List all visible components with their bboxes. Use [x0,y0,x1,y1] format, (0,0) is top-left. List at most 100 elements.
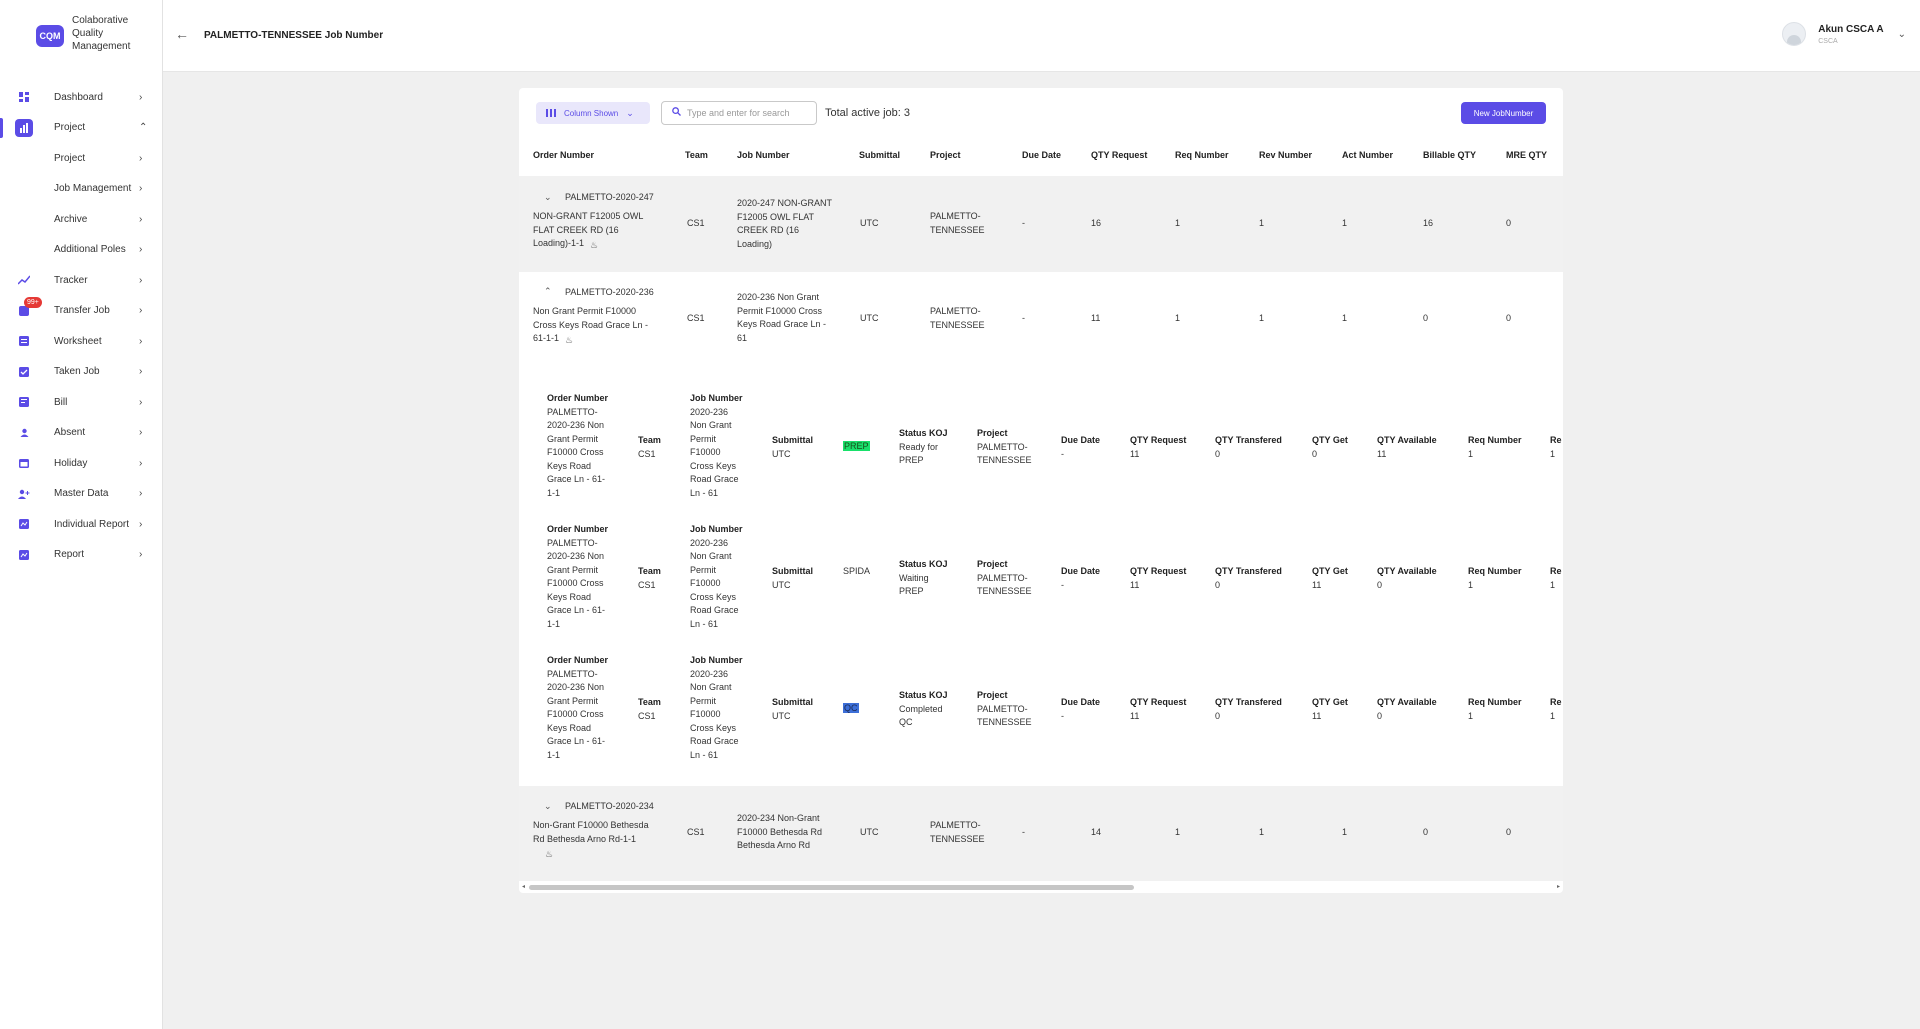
job-number: 2020-234 Non-Grant F10000 Bethesda Rd Be… [737,813,823,850]
scrollbar-thumb[interactable] [529,885,1134,890]
sub-req-number: Req Number 1 [1468,435,1522,459]
order-desc: NON-GRANT F12005 OWL FLAT CREEK RD (16 L… [533,211,644,250]
sub-team: Team CS1 [638,435,661,459]
sidebar: CQM Colaborative Quality Management Dash… [0,0,163,1029]
chevron-down-icon[interactable]: ⌄ [544,192,552,203]
col-job-number[interactable]: Job Number [737,150,790,160]
sidebar-item-transfer-job[interactable]: 99+ Transfer Job › [0,296,163,327]
sub-job: Job Number 2020-236 Non Grant Permit F100… [690,524,743,629]
top-header: ← PALMETTO-TENNESSEE Job Number Akun CSC… [163,0,1920,72]
sub-submittal: Submittal UTC [772,435,814,459]
sidebar-subitem-project[interactable]: Project › [0,143,163,174]
worksheet-icon [18,335,30,347]
col-due-date[interactable]: Due Date [1022,150,1061,160]
col-rev-number[interactable]: Rev Number [1259,150,1312,160]
fire-icon[interactable]: ♨ [545,848,555,859]
col-submittal[interactable]: Submittal [859,150,900,160]
sub-rev-number: Re 1 [1550,697,1562,721]
sidebar-subitem-job-management[interactable]: Job Management › [0,174,163,205]
due-date: - [1022,313,1025,323]
scroll-left-arrow-icon[interactable]: ◂ [522,883,525,890]
sidebar-item-absent[interactable]: Absent › [0,418,163,449]
chevron-down-icon[interactable]: ⌄ [544,801,552,812]
col-team[interactable]: Team [685,150,708,160]
scroll-right-arrow-icon[interactable]: ▸ [1557,883,1560,890]
order-id: PALMETTO-2020-236 [565,287,654,297]
bill-icon [18,396,30,408]
fire-icon[interactable]: ♨ [590,239,600,250]
chevron-right-icon: › [139,427,143,439]
absent-icon [18,427,30,439]
sub-table-row[interactable]: Order Number PALMETTO-2020-236 Non Grant … [519,654,1563,784]
notification-badge: 99+ [24,296,42,308]
sub-qty-get: QTY Get 0 [1312,435,1348,459]
sub-qty-transfered: QTY Transfered 0 [1215,566,1282,590]
col-req-number[interactable]: Req Number [1175,150,1229,160]
sidebar-item-holiday[interactable]: Holiday › [0,448,163,479]
sidebar-subitem-additional-poles[interactable]: Additional Poles › [0,235,163,266]
due-date: - [1022,218,1025,228]
chevron-down-icon[interactable]: ⌄ [1898,29,1906,40]
sub-team: Team CS1 [638,697,661,721]
chevron-right-icon: › [139,213,143,225]
search-box[interactable] [661,101,817,125]
col-act-number[interactable]: Act Number [1342,150,1393,160]
chevron-right-icon: › [139,183,143,195]
user-menu[interactable]: Akun CSCA A CSCA ⌄ [1782,22,1906,46]
table-row[interactable]: ⌃ PALMETTO-2020-236 Non Grant Permit F10… [519,272,1563,372]
sub-table-row[interactable]: Order Number PALMETTO-2020-236 Non Grant … [519,523,1563,653]
col-qty-request[interactable]: QTY Request [1091,150,1147,160]
sub-job: Job Number 2020-236 Non Grant Permit F100… [690,393,743,498]
fire-icon[interactable]: ♨ [565,334,575,345]
total-active-jobs: Total active job: 3 [825,107,910,119]
sub-rev-number: Re 1 [1550,566,1562,590]
table-row[interactable]: ⌄ PALMETTO-2020-247 NON-GRANT F12005 OWL… [519,176,1563,272]
sidebar-item-label: Holiday [54,457,88,469]
chevron-up-icon[interactable]: ⌃ [544,286,552,297]
brand[interactable]: CQM Colaborative Quality Management [36,14,142,53]
sidebar-item-bill[interactable]: Bill › [0,387,163,418]
sub-due: Due Date - [1061,697,1101,721]
col-order-number[interactable]: Order Number [533,150,594,160]
sidebar-item-taken-job[interactable]: Taken Job › [0,357,163,388]
order-desc: Non-Grant F10000 Bethesda Rd Bethesda Ar… [533,820,649,859]
sub-project: Project PALMETTO-TENNESSEE [977,559,1032,596]
sidebar-item-worksheet[interactable]: Worksheet › [0,326,163,357]
order-id: PALMETTO-2020-234 [565,801,654,811]
sidebar-item-dashboard[interactable]: Dashboard › [0,82,163,113]
sub-submittal: Submittal UTC [772,697,814,721]
sidebar-item-project[interactable]: Project ⌃ [0,113,163,144]
sidebar-item-label: Individual Report [54,518,130,530]
horizontal-scrollbar[interactable]: ◂ ▸ [522,883,1560,891]
sub-req-number: Req Number 1 [1468,697,1522,721]
back-arrow-icon[interactable]: ← [175,26,189,42]
sub-qty-available: QTY Available 0 [1377,566,1437,590]
new-jobnumber-button[interactable]: New JobNumber [1461,102,1546,124]
report-icon [18,518,30,530]
sidebar-item-master-data[interactable]: Master Data › [0,479,163,510]
column-shown-dropdown[interactable]: Column Shown ⌄ [536,102,650,124]
sidebar-item-tracker[interactable]: Tracker › [0,265,163,296]
sub-qty-request: QTY Request 11 [1130,697,1187,721]
sidebar-subitem-archive[interactable]: Archive › [0,204,163,235]
sidebar-item-report[interactable]: Report › [0,540,163,571]
sidebar-item-label: Transfer Job [54,305,110,317]
sub-qty-request: QTY Request 11 [1130,566,1187,590]
submittal: UTC [860,218,879,228]
sidebar-nav: Dashboard › Project ⌃ Project › Job Mana… [0,82,163,570]
col-mre-qty[interactable]: MRE QTY [1506,150,1547,160]
qty-request: 16 [1091,218,1102,228]
col-billable-qty[interactable]: Billable QTY [1423,150,1476,160]
mre-qty: 0 [1506,827,1512,837]
billable-qty: 0 [1423,827,1429,837]
sidebar-item-individual-report[interactable]: Individual Report › [0,509,163,540]
table-row[interactable]: ⌄ PALMETTO-2020-234 Non-Grant F10000 Bet… [519,786,1563,881]
sub-table-row[interactable]: Order Number PALMETTO-2020-236 Non Grant … [519,392,1563,522]
report2-icon [18,549,30,561]
search-input[interactable] [687,108,807,118]
sub-qty-transfered: QTY Transfered 0 [1215,435,1282,459]
project: PALMETTO-TENNESSEE [930,820,985,844]
sub-status-koj: Status KOJ Completed QC [899,690,948,727]
col-project[interactable]: Project [930,150,961,160]
order-desc: Non Grant Permit F10000 Cross Keys Road … [533,306,649,345]
